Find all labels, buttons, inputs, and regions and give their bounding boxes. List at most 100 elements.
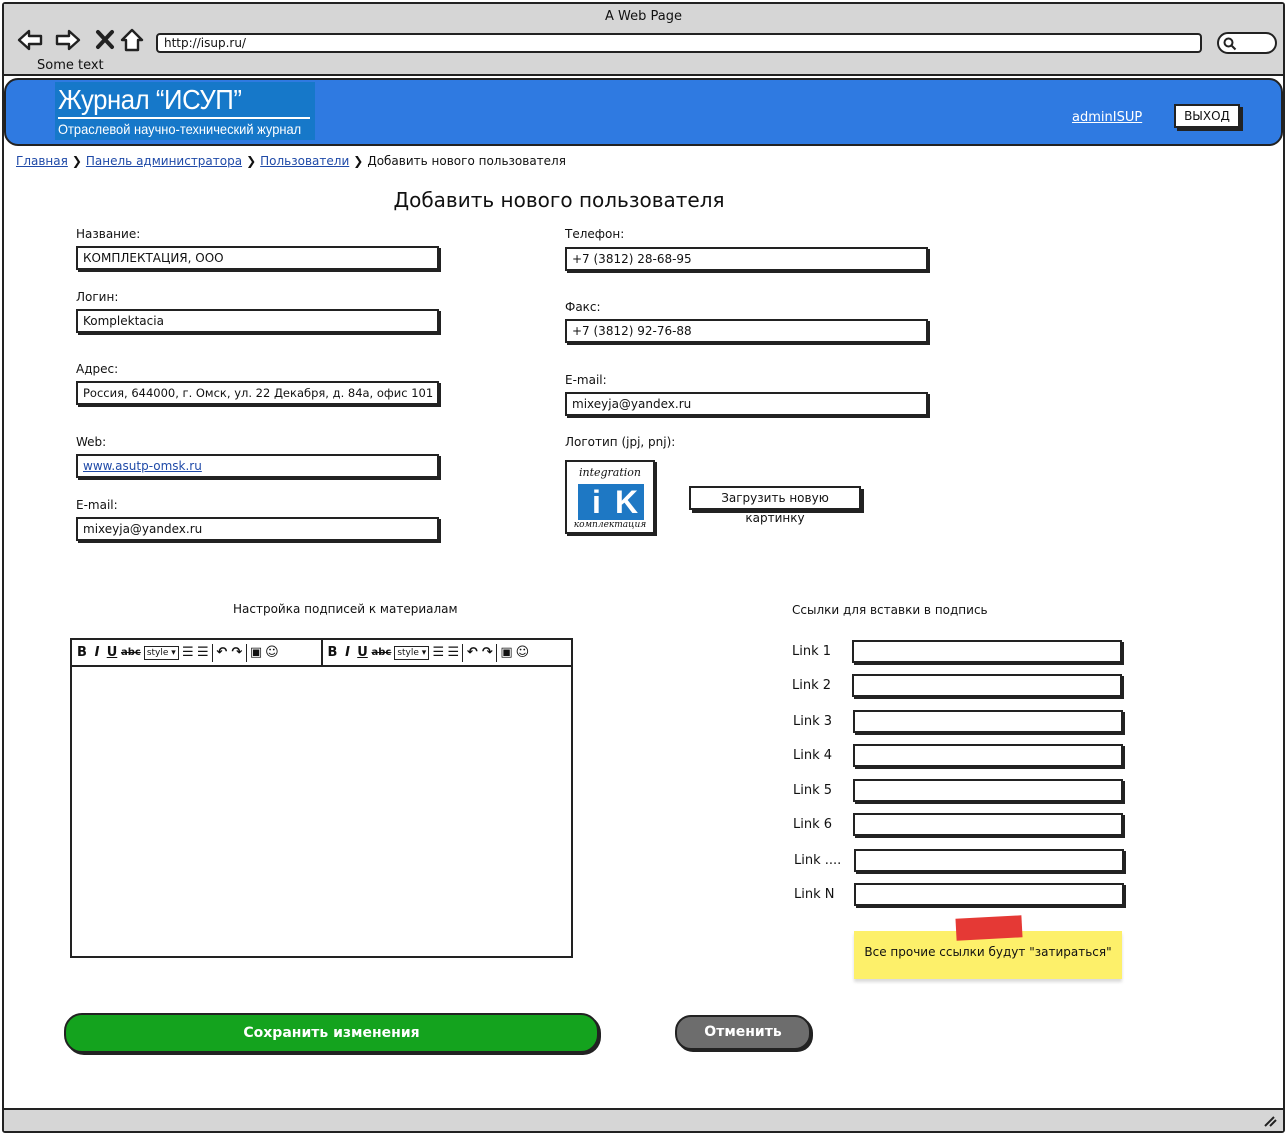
logo-preview-letter-k: K <box>615 484 639 520</box>
style-dropdown[interactable]: style ▾ <box>143 645 179 660</box>
page-title: Добавить нового пользователя <box>393 188 725 212</box>
underline-icon[interactable]: U <box>106 642 118 664</box>
underline-icon[interactable]: U <box>357 642 369 664</box>
toolbar-divider <box>496 643 498 662</box>
strikethrough-icon[interactable]: abc <box>121 642 141 664</box>
cancel-button[interactable]: Отменить <box>675 1015 811 1050</box>
style-dropdown-label: style <box>397 647 419 658</box>
breadcrumb-chevron-icon: ❯ <box>353 154 364 168</box>
toolbar-divider <box>211 643 213 662</box>
bullet-list-icon[interactable]: ☰ <box>432 642 445 664</box>
bold-icon[interactable]: B <box>327 642 339 664</box>
breadcrumb: Главная ❯ Панель администратора ❯ Пользовате… <box>16 154 566 168</box>
name-field[interactable]: КОМПЛЕКТАЦИЯ, ООО <box>76 246 439 270</box>
editor-toolbar: B I U abc style ▾ ☰ ☰ ↶ ↷ ▣ ☺ B I U abc … <box>72 640 571 667</box>
emoji-icon[interactable]: ☺ <box>516 642 530 664</box>
search-icon <box>1223 37 1237 51</box>
numbered-list-icon[interactable]: ☰ <box>197 642 209 664</box>
strikethrough-icon[interactable]: abc <box>372 642 392 664</box>
email-right-field[interactable]: mixeyja@yandex.ru <box>565 392 928 416</box>
link-1-input[interactable] <box>852 640 1122 663</box>
resize-grip-icon[interactable] <box>1263 1115 1277 1127</box>
logo-upload-label: Логотип (jpj, pnj): <box>565 435 676 449</box>
link-label: Link 5 <box>793 783 833 798</box>
link-5-input[interactable] <box>853 779 1123 802</box>
undo-icon[interactable]: ↶ <box>466 642 478 664</box>
signature-section-title: Настройка подписей к материалам <box>233 602 458 616</box>
redo-icon[interactable]: ↷ <box>231 642 243 664</box>
address-label: Адрес: <box>76 362 119 376</box>
italic-icon[interactable]: I <box>342 642 354 664</box>
upload-image-button[interactable]: Загрузить новую картинку <box>689 486 861 525</box>
link-more-input[interactable] <box>854 849 1124 872</box>
breadcrumb-users[interactable]: Пользователи <box>260 154 349 168</box>
name-label: Название: <box>76 227 141 241</box>
link-label: Link 6 <box>793 817 833 832</box>
web-field[interactable]: www.asutp-omsk.ru <box>76 454 439 478</box>
insert-image-icon[interactable]: ▣ <box>250 642 262 664</box>
email-left-label: E-mail: <box>76 498 118 512</box>
back-icon[interactable] <box>16 26 44 54</box>
link-2-input[interactable] <box>852 674 1122 697</box>
emoji-icon[interactable]: ☺ <box>265 642 279 664</box>
logo-title: Журнал “ИСУП” <box>58 84 242 115</box>
links-section-title: Ссылки для вставки в подпись <box>792 603 988 617</box>
browser-chrome: A Web Page http://isup.ru/ Some text <box>4 4 1283 76</box>
link-4-input[interactable] <box>853 744 1123 767</box>
link-6-input[interactable] <box>853 813 1123 836</box>
logout-button[interactable]: ВЫХОД <box>1174 104 1240 128</box>
email-left-field[interactable]: mixeyja@yandex.ru <box>76 517 439 541</box>
phone-field[interactable]: +7 (3812) 28-68-95 <box>565 247 928 271</box>
logo-preview-letter-i: i <box>592 484 601 520</box>
email-right-label: E-mail: <box>565 373 607 387</box>
breadcrumb-admin-panel[interactable]: Панель администратора <box>86 154 242 168</box>
web-link[interactable]: www.asutp-omsk.ru <box>83 459 202 473</box>
window-title: A Web Page <box>605 9 682 24</box>
link-label: Link N <box>794 887 835 902</box>
editor-toolbar-group: B I U abc style ▾ ☰ ☰ ↶ ↷ ▣ ☺ <box>320 640 572 665</box>
link-3-input[interactable] <box>853 710 1123 733</box>
link-label: Link 3 <box>793 714 833 729</box>
link-label: Link .... <box>794 853 842 868</box>
phone-label: Телефон: <box>565 227 625 241</box>
save-button[interactable]: Сохранить изменения <box>64 1013 599 1053</box>
user-profile-link[interactable]: adminISUP <box>1072 110 1142 125</box>
fax-label: Факс: <box>565 300 601 314</box>
fax-field[interactable]: +7 (3812) 92-76-88 <box>565 319 928 343</box>
home-icon[interactable] <box>118 26 146 54</box>
site-logo[interactable]: Журнал “ИСУП” Отраслевой научно-техничес… <box>55 82 315 140</box>
numbered-list-icon[interactable]: ☰ <box>447 642 460 664</box>
link-label: Link 2 <box>792 678 832 693</box>
browser-search-box[interactable] <box>1217 32 1277 54</box>
breadcrumb-home[interactable]: Главная <box>16 154 68 168</box>
browser-window: A Web Page http://isup.ru/ Some text Жур… <box>2 2 1285 1133</box>
undo-icon[interactable]: ↶ <box>216 642 228 664</box>
redo-icon[interactable]: ↷ <box>481 642 493 664</box>
stop-icon[interactable] <box>92 26 120 54</box>
url-bar[interactable]: http://isup.ru/ <box>156 33 1202 53</box>
address-field[interactable]: Россия, 644000, г. Омск, ул. 22 Декабря,… <box>76 381 439 405</box>
signature-editor[interactable]: B I U abc style ▾ ☰ ☰ ↶ ↷ ▣ ☺ B I U abc … <box>70 638 573 958</box>
breadcrumb-chevron-icon: ❯ <box>71 154 82 168</box>
logo-preview-mark: i K <box>578 484 644 520</box>
editor-toolbar-group: B I U abc style ▾ ☰ ☰ ↶ ↷ ▣ ☺ <box>72 640 321 665</box>
browser-status-bar <box>4 1108 1283 1131</box>
company-logo-preview: integration i K комплектация <box>565 460 655 534</box>
site-header: Журнал “ИСУП” Отраслевой научно-техничес… <box>4 78 1283 146</box>
logo-subtitle: Отраслевой научно-технический журнал <box>58 121 302 137</box>
italic-icon[interactable]: I <box>91 642 103 664</box>
style-dropdown[interactable]: style ▾ <box>394 645 430 660</box>
login-field[interactable]: Komplektacia <box>76 309 439 333</box>
browser-status-text: Some text <box>37 58 104 73</box>
logo-preview-bottom-text: комплектация <box>573 520 647 530</box>
insert-image-icon[interactable]: ▣ <box>500 642 512 664</box>
toolbar-divider <box>462 643 464 662</box>
style-dropdown-label: style <box>146 647 169 658</box>
web-label: Web: <box>76 435 107 449</box>
bullet-list-icon[interactable]: ☰ <box>182 642 194 664</box>
bold-icon[interactable]: B <box>76 642 88 664</box>
logo-preview-top-text: integration <box>578 466 642 479</box>
link-label: Link 1 <box>792 644 832 659</box>
link-n-input[interactable] <box>854 883 1124 906</box>
forward-icon[interactable] <box>54 26 82 54</box>
